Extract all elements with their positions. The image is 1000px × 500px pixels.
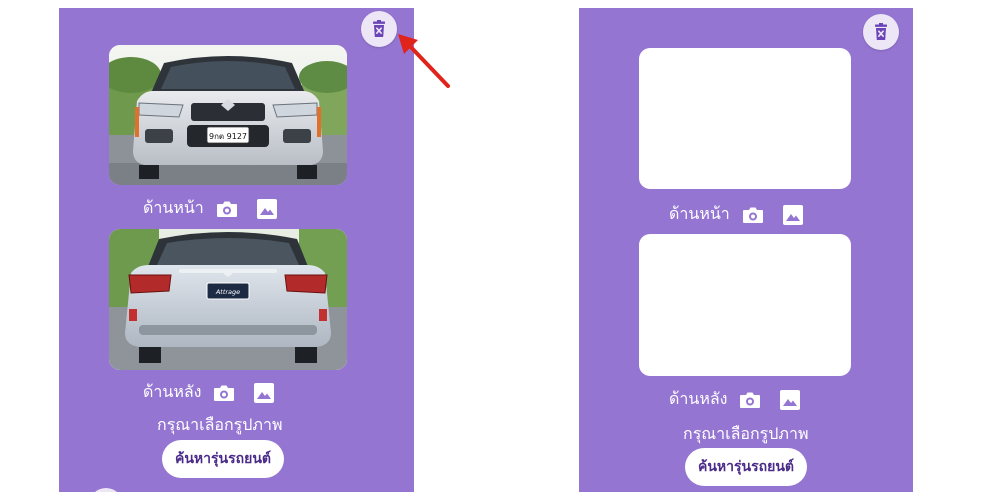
- gallery-button[interactable]: [779, 389, 801, 411]
- search-car-model-button[interactable]: ค้นหารุ่นรถยนต์: [685, 448, 807, 486]
- camera-icon: [214, 385, 235, 401]
- select-image-hint: กรุณาเลือกรูปภาพ: [157, 415, 283, 434]
- rear-photo[interactable]: Attrage: [109, 229, 347, 370]
- trash-x-icon: [373, 20, 385, 37]
- rear-label: ด้านหลัง: [669, 389, 728, 408]
- trash-x-icon: [875, 23, 887, 40]
- camera-button[interactable]: [213, 382, 235, 404]
- camera-icon: [740, 392, 761, 408]
- gallery-button[interactable]: [782, 204, 804, 226]
- car-front-image: 9กต 9127: [109, 45, 347, 185]
- front-label: ด้านหน้า: [143, 198, 204, 217]
- rear-photo-placeholder[interactable]: [639, 234, 851, 376]
- bottom-button-partial[interactable]: [89, 488, 123, 492]
- image-icon: [254, 382, 275, 403]
- camera-button[interactable]: [216, 198, 238, 220]
- rear-photo-row: ด้านหลัง: [143, 380, 275, 405]
- front-photo-row: ด้านหน้า: [143, 196, 278, 221]
- select-image-hint: กรุณาเลือกรูปภาพ: [683, 424, 809, 443]
- image-icon: [780, 389, 801, 410]
- screen-cleared: ด้านหน้า ด้านหลัง กรุณาเลือกรูปภาพ ค้นหา…: [579, 8, 913, 492]
- front-photo-row: ด้านหน้า: [669, 202, 804, 227]
- delete-photos-button[interactable]: [863, 14, 899, 50]
- stage: 9กต 9127 ด้านหน้า Attrage ด้านหลัง กรุณา…: [0, 0, 1000, 500]
- front-label: ด้านหน้า: [669, 204, 730, 223]
- camera-icon: [216, 201, 237, 217]
- model-badge-text: Attrage: [215, 288, 240, 296]
- gallery-button[interactable]: [253, 382, 275, 404]
- camera-button[interactable]: [742, 204, 764, 226]
- license-plate-text: 9กต 9127: [209, 132, 247, 141]
- rear-photo-row: ด้านหลัง: [669, 387, 801, 412]
- image-icon: [782, 204, 803, 225]
- image-icon: [256, 198, 277, 219]
- front-photo-placeholder[interactable]: [639, 48, 851, 189]
- camera-button[interactable]: [739, 389, 761, 411]
- rear-label: ด้านหลัง: [143, 382, 202, 401]
- red-arrow-icon: [398, 34, 450, 88]
- screen-with-photos: 9กต 9127 ด้านหน้า Attrage ด้านหลัง กรุณา…: [59, 8, 414, 492]
- camera-icon: [742, 207, 763, 223]
- gallery-button[interactable]: [256, 198, 278, 220]
- search-car-model-button[interactable]: ค้นหารุ่นรถยนต์: [162, 440, 284, 478]
- front-photo[interactable]: 9กต 9127: [109, 45, 347, 185]
- car-rear-image: Attrage: [109, 229, 347, 370]
